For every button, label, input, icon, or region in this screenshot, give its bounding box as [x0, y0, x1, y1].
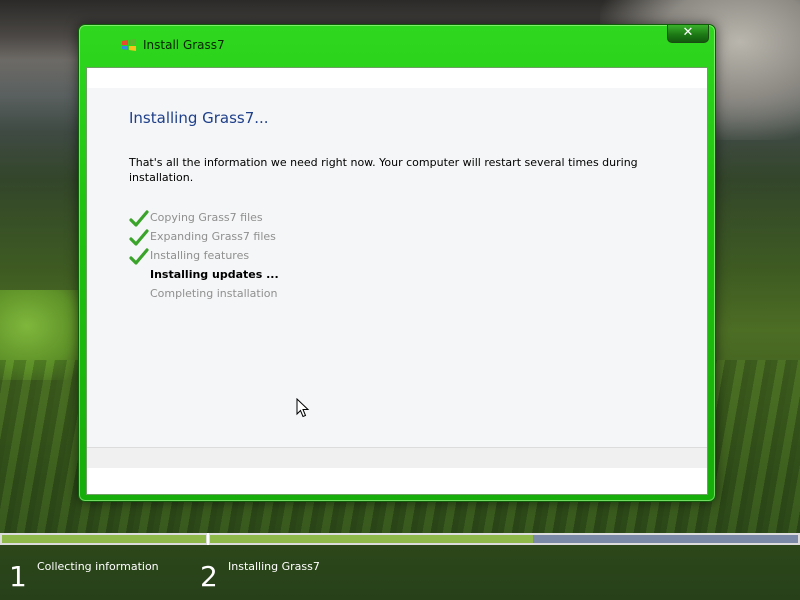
stage2-label: Installing Grass7 — [228, 560, 320, 573]
step-label: Copying Grass7 files — [150, 211, 263, 224]
title-bar[interactable]: Install Grass7 ✕ — [79, 25, 715, 67]
stage1-progress-fill — [2, 535, 206, 543]
close-icon: ✕ — [682, 25, 694, 40]
close-button[interactable]: ✕ — [667, 25, 709, 43]
stage1-number: 1 — [9, 560, 27, 593]
step-label: Expanding Grass7 files — [150, 230, 276, 243]
installer-window: Install Grass7 ✕ Installing Grass7... Th… — [78, 24, 716, 502]
step-label: Installing features — [150, 249, 250, 262]
step-label: Completing installation — [150, 287, 278, 300]
stage1-label: Collecting information — [37, 560, 159, 573]
step-label-active: Installing updates ... — [150, 268, 279, 281]
checkmark-icon — [129, 210, 149, 227]
stage2-number: 2 — [200, 560, 218, 593]
content-footer-bottom — [87, 468, 707, 494]
stage2-progress-fill — [210, 535, 533, 543]
mouse-cursor-icon — [296, 398, 310, 418]
stage2-progress-remaining — [533, 535, 798, 543]
installer-content: Installing Grass7... That's all the info… — [86, 67, 708, 495]
setup-progress-bar — [0, 533, 800, 545]
content-footer — [87, 447, 707, 494]
checkmark-icon — [129, 229, 149, 246]
window-title: Install Grass7 — [143, 38, 225, 52]
content-top-band — [87, 68, 707, 88]
progress-divider — [207, 533, 209, 545]
page-title: Installing Grass7... — [129, 109, 269, 127]
windows-logo-icon — [122, 39, 136, 51]
checkmark-icon — [129, 248, 149, 265]
page-description: That's all the information we need right… — [129, 156, 638, 184]
